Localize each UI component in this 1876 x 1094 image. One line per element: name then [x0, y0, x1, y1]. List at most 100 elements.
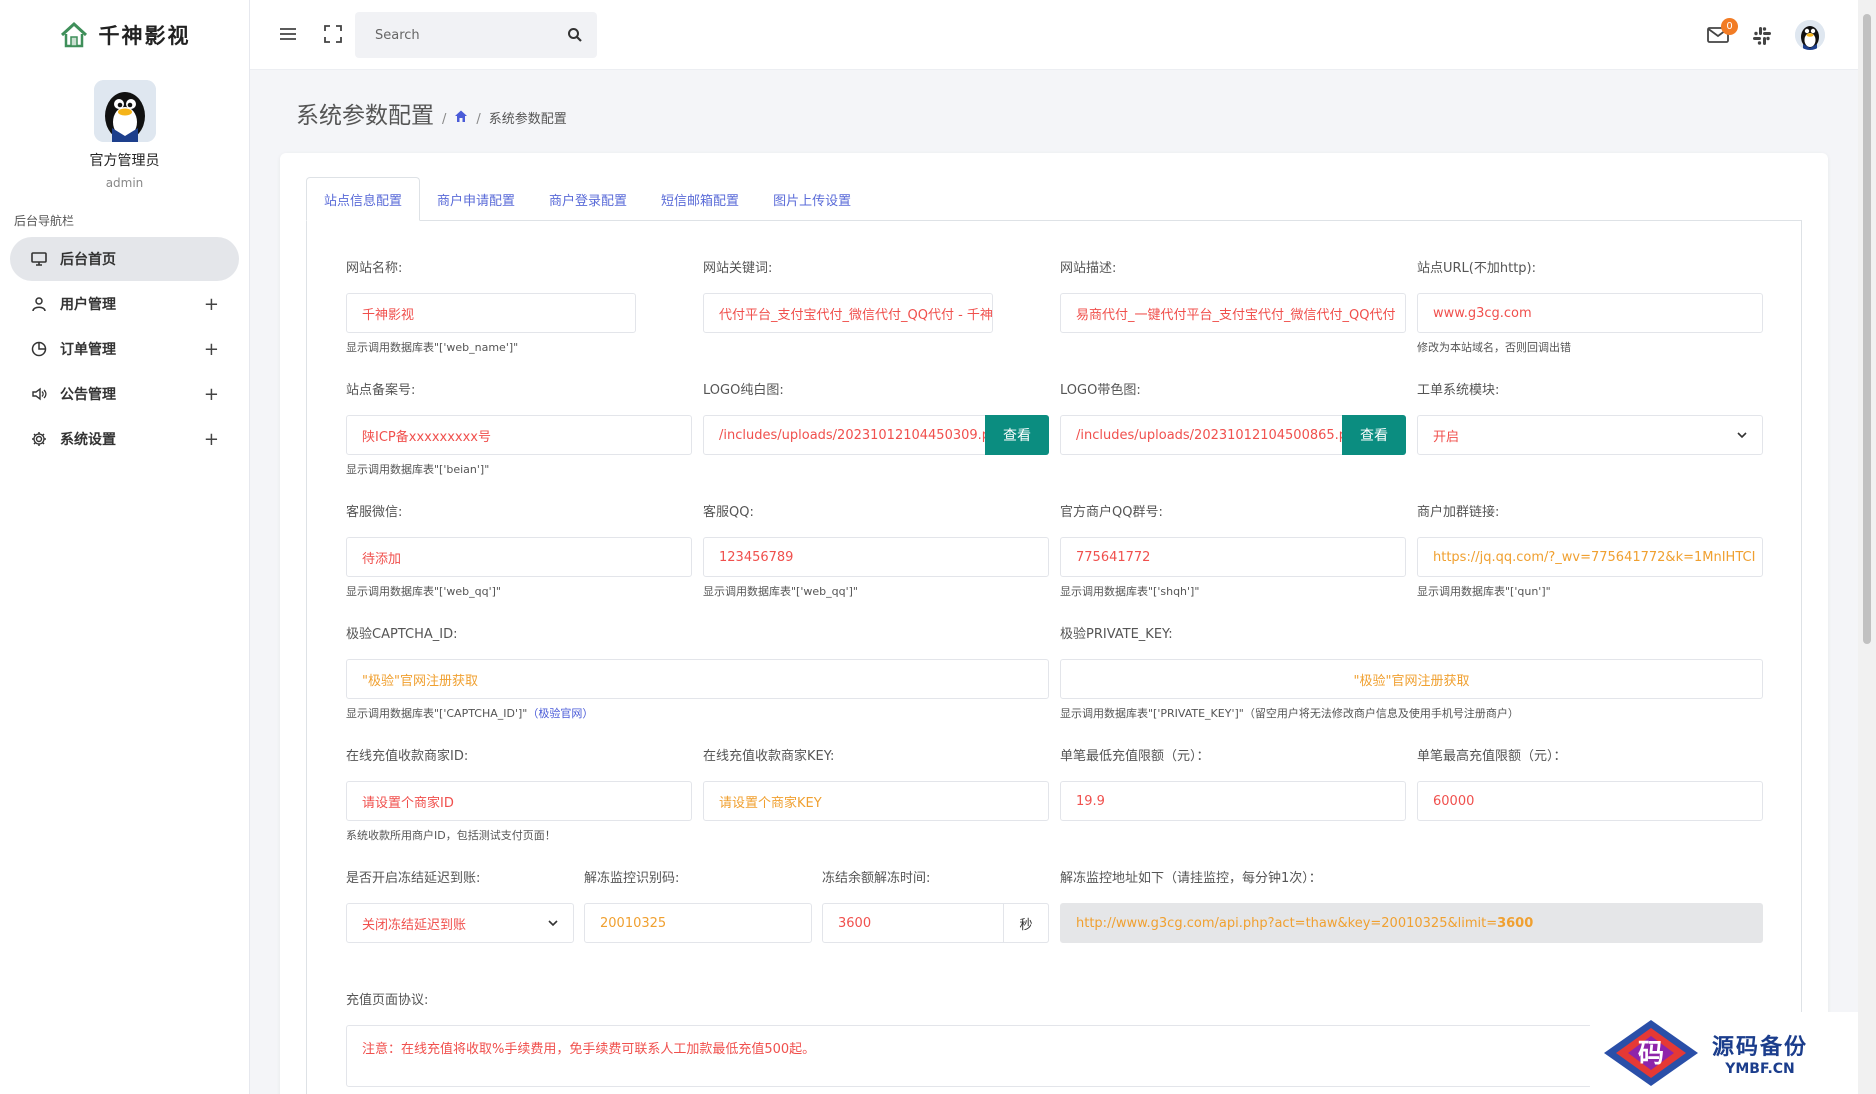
logo-color-group: /includes/uploads/20231012104500865.png …: [1060, 415, 1406, 455]
profile: 官方管理员 admin: [0, 70, 249, 190]
expand-plus-icon[interactable]: +: [204, 339, 219, 360]
merchant-key-input[interactable]: 请设置个商家KEY: [703, 781, 1049, 821]
field-label: 客服QQ:: [703, 505, 754, 520]
field-label: 网站名称:: [346, 261, 403, 276]
sidebar-item-users[interactable]: 用户管理 +: [10, 282, 239, 326]
field-keywords: 网站关键词: 代付平台_支付宝代付_微信代付_QQ代付 - 千神影视: [703, 257, 993, 333]
field-site-url: 站点URL(不加http): www.g3cg.com 修改为本站域名，否则回调…: [1417, 257, 1763, 355]
field-thaw-time: 冻结余额解冻时间: 3600 秒: [822, 867, 1049, 943]
sidebar-item-dashboard[interactable]: 后台首页: [10, 237, 239, 281]
search-icon[interactable]: [567, 27, 583, 43]
expand-plus-icon[interactable]: +: [204, 294, 219, 315]
min-recharge-input[interactable]: 19.9: [1060, 781, 1406, 821]
breadcrumb-separator: /: [442, 112, 447, 127]
expand-plus-icon[interactable]: +: [204, 384, 219, 405]
qq-group-input[interactable]: 775641772: [1060, 537, 1406, 577]
field-label: LOGO纯白图:: [703, 383, 784, 398]
watermark-text: 源码备份 YMBF.CN: [1712, 1029, 1808, 1077]
max-recharge-input[interactable]: 60000: [1417, 781, 1763, 821]
tab-site-info[interactable]: 站点信息配置: [306, 177, 421, 221]
field-freeze: 是否开启冻结延迟到账: 关闭冻结延迟到账: [346, 867, 574, 943]
freeze-select[interactable]: 关闭冻结延迟到账: [346, 903, 574, 943]
thaw-url-limit: 3600: [1497, 915, 1534, 931]
agreement-textarea[interactable]: 注意：在线充值将收取%手续费用，免手续费可联系人工加款最低充值500起。: [346, 1025, 1763, 1087]
field-help: 显示调用数据库表"['qun']": [1417, 585, 1551, 598]
field-help-text: 显示调用数据库表"['CAPTCHA_ID']": [346, 707, 528, 720]
tab-merchant-login[interactable]: 商户登录配置: [532, 177, 644, 221]
tab-bar: 站点信息配置 商户申请配置 商户登录配置 短信邮箱配置 图片上传设置: [306, 177, 1802, 221]
field-merchant-id: 在线充值收款商家ID: 请设置个商家ID 系统收款所用商户ID，包括测试支付页面…: [346, 745, 692, 843]
field-label: LOGO带色图:: [1060, 383, 1141, 398]
field-label: 在线充值收款商家KEY:: [703, 749, 835, 764]
speaker-icon: [30, 385, 48, 403]
profile-name: 官方管理员: [89, 153, 160, 169]
penguin-avatar-icon: [1795, 20, 1825, 50]
tab-image-upload[interactable]: 图片上传设置: [756, 177, 868, 221]
private-key-input[interactable]: "极验"官网注册获取: [1060, 659, 1763, 699]
merchant-id-input[interactable]: 请设置个商家ID: [346, 781, 692, 821]
tab-sms-email[interactable]: 短信邮箱配置: [644, 177, 756, 221]
field-label: 解冻监控地址如下（请挂监控，每分钟1次）：: [1060, 871, 1322, 886]
tab-merchant-apply[interactable]: 商户申请配置: [420, 177, 532, 221]
page-scrollbar[interactable]: [1858, 0, 1876, 1094]
sidebar-item-settings[interactable]: 系统设置 +: [10, 417, 239, 461]
thaw-url-text: http://www.g3cg.com/api.php?act=thaw&key…: [1076, 915, 1498, 931]
field-help: 显示调用数据库表"['shqh']": [1060, 585, 1200, 598]
scrollbar-thumb[interactable]: [1863, 14, 1871, 644]
thaw-code-input[interactable]: 20010325: [584, 903, 812, 943]
pie-chart-icon: [30, 340, 48, 358]
sidebar-item-orders[interactable]: 订单管理 +: [10, 327, 239, 371]
brand-name: 千神影视: [98, 24, 191, 48]
field-label: 充值页面协议:: [346, 993, 429, 1008]
thaw-time-group: 3600 秒: [822, 903, 1049, 943]
avatar[interactable]: [93, 80, 156, 142]
mail-badge: 0: [1721, 18, 1738, 35]
description-input[interactable]: 易商代付_一键代付平台_支付宝代付_微信代付_QQ代付: [1060, 293, 1406, 333]
slack-icon[interactable]: [1752, 26, 1772, 46]
view-logo-color-button[interactable]: 查看: [1342, 415, 1406, 455]
field-label: 极验PRIVATE_KEY:: [1060, 627, 1173, 642]
header-avatar[interactable]: [1795, 20, 1825, 50]
breadcrumb: 系统参数配置 / / 系统参数配置: [296, 96, 567, 130]
sidebar-item-announcements[interactable]: 公告管理 +: [10, 372, 239, 416]
expand-plus-icon[interactable]: +: [204, 429, 219, 450]
profile-role: admin: [105, 176, 144, 190]
keywords-input[interactable]: 代付平台_支付宝代付_微信代付_QQ代付 - 千神影视: [703, 293, 993, 333]
sidebar-item-label: 公告管理: [60, 387, 116, 403]
tab-panel-site-info: 网站名称: 千神影视 显示调用数据库表"['web_name']" 网站关键词:…: [306, 221, 1802, 1094]
breadcrumb-current: 系统参数配置: [488, 112, 567, 127]
web-name-input[interactable]: 千神影视: [346, 293, 636, 333]
captcha-id-input[interactable]: "极验"官网注册获取: [346, 659, 1049, 699]
search-box: [355, 12, 597, 58]
brand[interactable]: 千神影视: [0, 0, 249, 70]
field-label: 在线充值收款商家ID:: [346, 749, 469, 764]
field-label: 单笔最低充值限额（元）：: [1060, 749, 1210, 764]
view-logo-white-button[interactable]: 查看: [985, 415, 1049, 455]
field-web-name: 网站名称: 千神影视 显示调用数据库表"['web_name']": [346, 257, 636, 355]
fullscreen-icon[interactable]: [323, 24, 343, 44]
wechat-input[interactable]: 待添加: [346, 537, 692, 577]
breadcrumb-separator: /: [476, 112, 481, 127]
sidebar-item-label: 系统设置: [60, 432, 116, 448]
field-label: 解冻监控识别码:: [584, 871, 680, 886]
field-beian: 站点备案号: 陕ICP备xxxxxxxxx号 显示调用数据库表"['beian'…: [346, 379, 692, 477]
field-help: 显示调用数据库表"['web_name']": [346, 341, 519, 354]
ticket-select[interactable]: 开启: [1417, 415, 1763, 455]
home-icon[interactable]: [454, 109, 468, 123]
qq-input[interactable]: 123456789: [703, 537, 1049, 577]
field-help: 显示调用数据库表"['web_qq']": [346, 585, 501, 598]
site-url-input[interactable]: www.g3cg.com: [1417, 293, 1763, 333]
page-title: 系统参数配置: [296, 103, 434, 129]
beian-input[interactable]: 陕ICP备xxxxxxxxx号: [346, 415, 692, 455]
group-link-input[interactable]: https://jq.qq.com/?_wv=775641772&k=1MnIH…: [1417, 537, 1763, 577]
gear-icon: [30, 430, 48, 448]
field-label: 客服微信:: [346, 505, 403, 520]
field-ticket: 工单系统模块: 开启: [1417, 379, 1763, 455]
geetest-link[interactable]: （极验官网）: [527, 707, 593, 720]
field-logo-color: LOGO带色图: /includes/uploads/2023101210450…: [1060, 379, 1406, 455]
search-input[interactable]: [375, 27, 567, 43]
menu-icon[interactable]: [278, 24, 298, 44]
field-label: 网站描述:: [1060, 261, 1117, 276]
config-card: 站点信息配置 商户申请配置 商户登录配置 短信邮箱配置 图片上传设置 网站名称:…: [280, 153, 1828, 1094]
sidebar-item-label: 后台首页: [60, 252, 116, 268]
